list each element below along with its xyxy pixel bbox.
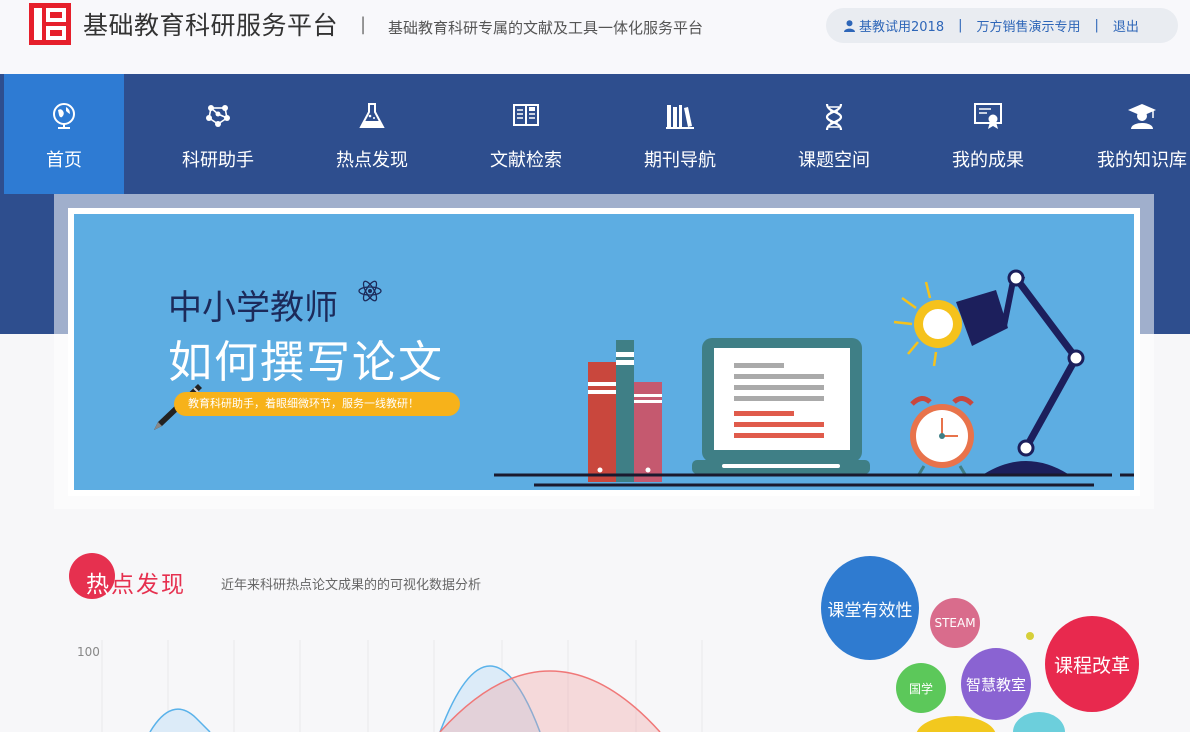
nav-item-my-knowledge-base[interactable]: 我的知识库 — [1065, 74, 1190, 194]
logout-link[interactable]: 退出 — [1113, 16, 1139, 35]
trend-chart — [101, 640, 703, 732]
nav-label: 热点发现 — [336, 150, 408, 171]
bubble-label: 国学 — [908, 681, 933, 696]
user-icon — [844, 19, 855, 32]
nav-item-hot-topics[interactable]: 热点发现 — [295, 74, 449, 194]
nav-item-literature-search[interactable]: 文献检索 — [449, 74, 603, 194]
banner[interactable]: 中小学教师 如何撰写论文 教育科研助手，着眼细微环节，服务一线教研！ — [68, 208, 1140, 496]
user-bar-separator: | — [1094, 18, 1099, 33]
bookshelf-icon — [666, 105, 694, 129]
atom-icon — [358, 280, 382, 302]
nav-item-my-achievements[interactable]: 我的成果 — [911, 74, 1065, 194]
bubble-label: 课程改革 — [1053, 654, 1130, 677]
bubble-dot — [1026, 632, 1034, 640]
nav-item-project-space[interactable]: 课题空间 — [757, 74, 911, 194]
books-illustration — [588, 340, 662, 482]
graduate-icon — [1128, 104, 1156, 129]
bubble-classroom-effectiveness[interactable]: 课堂有效性 — [821, 556, 919, 660]
nav-label: 我的成果 — [952, 150, 1024, 171]
nav-item-journal-nav[interactable]: 期刊导航 — [603, 74, 757, 194]
bubble-smart-classroom[interactable]: 智慧教室 — [961, 648, 1031, 720]
hot-title-first-char: 热 — [86, 572, 111, 598]
dna-icon — [825, 103, 843, 131]
chart-y-tick: 100 — [77, 645, 100, 659]
site-name[interactable]: 基础教育科研服务平台 — [83, 6, 338, 42]
flask-icon — [359, 103, 385, 128]
book-open-icon — [513, 104, 539, 126]
bubble-curriculum-reform[interactable]: 课程改革 — [1045, 616, 1139, 712]
main-nav: 首页 科研助手 热点发现 文献检索 期刊导航 课题空间 我的成果 我的知识库 — [0, 74, 1190, 194]
site-slogan: 基础教育科研专属的文献及工具一体化服务平台 — [388, 19, 704, 37]
hot-title-rest: 点发现 — [111, 572, 186, 598]
org-link[interactable]: 万方销售演示专用 — [976, 16, 1080, 35]
bubble-steam[interactable]: STEAM — [930, 598, 980, 648]
banner-title-line1: 中小学教师 — [168, 288, 338, 328]
banner-tagline: 教育科研助手，着眼细微环节，服务一线教研！ — [174, 392, 460, 416]
bubble-sinology[interactable]: 国学 — [896, 663, 946, 713]
site-logo[interactable] — [29, 3, 71, 45]
molecule-icon — [206, 105, 230, 127]
user-bar-separator: | — [958, 18, 963, 33]
user-bar: 基教试用2018 | 万方销售演示专用 | 退出 — [826, 8, 1178, 43]
header-separator: | — [360, 14, 367, 35]
globe-icon — [53, 103, 75, 129]
nav-label: 文献检索 — [490, 150, 562, 171]
hot-section-subtitle: 近年来科研热点论文成果的的可视化数据分析 — [221, 578, 482, 593]
laptop-illustration — [692, 338, 870, 474]
banner-image: 中小学教师 如何撰写论文 教育科研助手，着眼细微环节，服务一线教研！ — [74, 214, 1134, 490]
nav-label: 科研助手 — [182, 150, 254, 171]
desk-line — [494, 473, 1134, 487]
bubble-label: 智慧教室 — [965, 675, 1026, 694]
page-root: 基础教育科研服务平台 | 基础教育科研专属的文献及工具一体化服务平台 基教试用2… — [0, 0, 1190, 732]
nav-label: 期刊导航 — [644, 150, 716, 171]
nav-item-research-assistant[interactable]: 科研助手 — [141, 74, 295, 194]
bubble-partial[interactable] — [1013, 712, 1065, 732]
lamp-illustration — [893, 269, 1085, 474]
nav-item-home[interactable]: 首页 — [4, 74, 124, 194]
nav-label: 我的知识库 — [1097, 150, 1187, 171]
user-link[interactable]: 基教试用2018 — [844, 16, 944, 35]
bubble-label: STEAM — [934, 616, 976, 630]
bubble-label: 课堂有效性 — [827, 600, 913, 621]
nav-label: 课题空间 — [798, 150, 870, 171]
hot-section-title[interactable]: 热点发现 — [86, 565, 186, 599]
nav-label: 首页 — [46, 150, 82, 171]
banner-title-line2: 如何撰写论文 — [168, 337, 444, 388]
bubble-partial[interactable] — [916, 716, 996, 732]
header: 基础教育科研服务平台 | 基础教育科研专属的文献及工具一体化服务平台 基教试用2… — [0, 0, 1190, 74]
user-name: 基教试用2018 — [859, 20, 945, 35]
certificate-icon — [974, 103, 1002, 129]
